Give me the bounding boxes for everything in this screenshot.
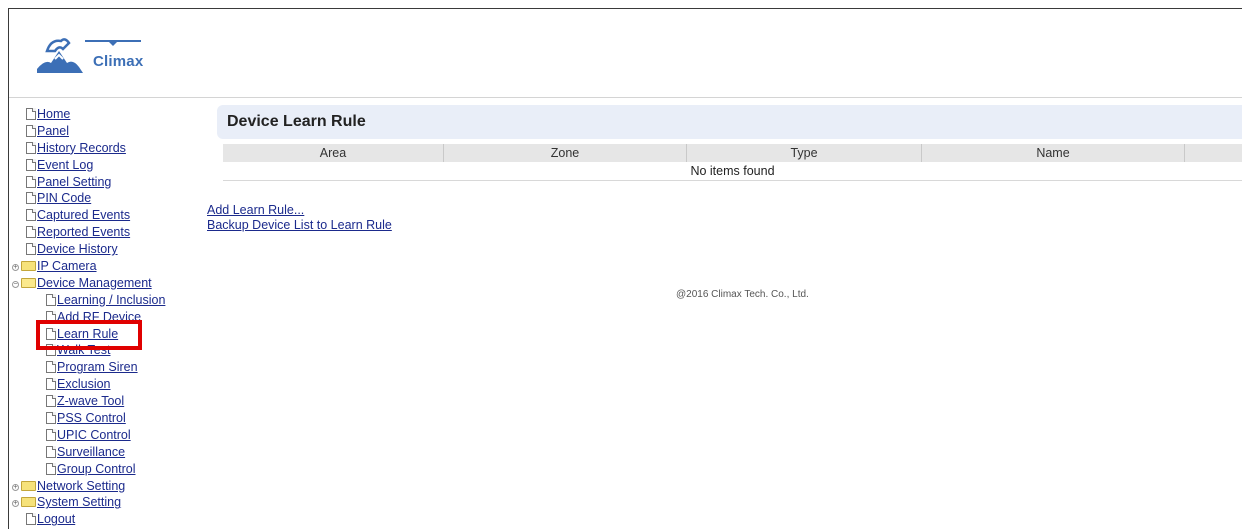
sidebar-item-label[interactable]: Captured Events	[37, 208, 130, 222]
document-icon	[26, 513, 36, 526]
folder-icon	[21, 261, 36, 272]
collapse-icon[interactable]: −	[12, 280, 19, 288]
document-icon	[46, 327, 56, 340]
sidebar-item-label[interactable]: Home	[37, 107, 70, 121]
sidebar-item-label[interactable]: PSS Control	[57, 411, 126, 425]
document-icon	[26, 226, 36, 239]
document-icon	[46, 293, 56, 306]
document-icon	[46, 310, 56, 323]
document-icon	[46, 361, 56, 374]
sidebar-item-surveillance[interactable]: Surveillance	[12, 444, 202, 461]
sidebar-item-system-setting[interactable]: + System Setting	[12, 494, 202, 511]
sidebar-item-label[interactable]: UPIC Control	[57, 428, 131, 442]
sidebar-item-add-rf-device[interactable]: Add RF Device	[12, 309, 202, 326]
sidebar-item-pss-control[interactable]: PSS Control	[12, 410, 202, 427]
document-icon	[46, 344, 56, 357]
document-icon	[26, 209, 36, 222]
table-row: No items found	[223, 162, 1242, 181]
page-title: Device Learn Rule	[227, 113, 366, 130]
document-icon	[26, 192, 36, 205]
document-icon	[26, 243, 36, 256]
action-links: Add Learn Rule... Backup Device List to …	[207, 203, 392, 233]
sidebar-item-label[interactable]: Learning / Inclusion	[57, 293, 165, 307]
sidebar-item-label[interactable]: System Setting	[37, 495, 121, 509]
sidebar-item-label[interactable]: PIN Code	[37, 191, 91, 205]
header: Climax	[9, 9, 1242, 98]
folder-icon	[21, 277, 36, 288]
sidebar-item-label[interactable]: Reported Events	[37, 225, 130, 239]
column-header-type[interactable]: Type	[686, 144, 922, 162]
column-header-name[interactable]: Name	[921, 144, 1185, 162]
brand-name: Climax	[93, 53, 144, 70]
sidebar-item-label[interactable]: Panel Setting	[37, 175, 111, 189]
sidebar-item-learn-rule[interactable]: Learn Rule	[12, 326, 202, 343]
sidebar-item-device-history[interactable]: Device History	[12, 241, 202, 258]
sidebar-item-label[interactable]: Device Management	[37, 276, 152, 290]
sidebar-item-label[interactable]: History Records	[37, 141, 126, 155]
sidebar-item-label[interactable]: Z-wave Tool	[57, 394, 124, 408]
folder-icon	[21, 497, 36, 508]
sidebar-item-label[interactable]: Add RF Device	[57, 310, 141, 324]
document-icon	[26, 108, 36, 120]
sidebar-item-program-siren[interactable]: Program Siren	[12, 359, 202, 376]
column-header-area[interactable]: Area	[223, 144, 444, 162]
sidebar-item-device-management[interactable]: − Device Management	[12, 275, 202, 292]
panel-title-bar: Device Learn Rule	[217, 105, 1242, 139]
climax-logo[interactable]: Climax	[33, 29, 183, 81]
sidebar-item-label[interactable]: Learn Rule	[57, 327, 118, 341]
sidebar-item-label[interactable]: Program Siren	[57, 360, 138, 374]
sidebar-item-upic-control[interactable]: UPIC Control	[12, 427, 202, 444]
document-icon	[26, 124, 36, 137]
sidebar-item-pin-code[interactable]: PIN Code	[12, 190, 202, 207]
sidebar-item-label[interactable]: Group Control	[57, 462, 136, 476]
column-header-zone[interactable]: Zone	[443, 144, 687, 162]
sidebar-item-home[interactable]: Home	[12, 106, 202, 123]
sidebar-item-z-wave-tool[interactable]: Z-wave Tool	[12, 393, 202, 410]
sidebar-item-event-log[interactable]: Event Log	[12, 157, 202, 174]
sidebar-item-label[interactable]: Exclusion	[57, 377, 111, 391]
sidebar-item-network-setting[interactable]: + Network Setting	[12, 478, 202, 495]
sidebar-item-panel-setting[interactable]: Panel Setting	[12, 174, 202, 191]
document-icon	[46, 462, 56, 475]
empty-message: No items found	[223, 162, 1242, 181]
sidebar-item-history-records[interactable]: History Records	[12, 140, 202, 157]
sidebar-item-learning-inclusion[interactable]: Learning / Inclusion	[12, 292, 202, 309]
sidebar-item-label[interactable]: Event Log	[37, 158, 93, 172]
expand-icon[interactable]: +	[12, 483, 19, 491]
sidebar-item-label[interactable]: Walk Test	[57, 343, 111, 357]
add-learn-rule-link[interactable]: Add Learn Rule...	[207, 203, 392, 218]
sidebar-item-logout[interactable]: Logout	[12, 511, 202, 528]
sidebar-item-reported-events[interactable]: Reported Events	[12, 224, 202, 241]
sidebar-item-group-control[interactable]: Group Control	[12, 461, 202, 478]
backup-device-list-link[interactable]: Backup Device List to Learn Rule	[207, 218, 392, 233]
document-icon	[46, 412, 56, 425]
document-icon	[46, 395, 56, 408]
sidebar-item-panel[interactable]: Panel	[12, 123, 202, 140]
sidebar-item-label[interactable]: Device History	[37, 242, 118, 256]
sidebar-tree: Home Panel History Records Event Log Panel S…	[12, 106, 202, 528]
sidebar-item-label[interactable]: Network Setting	[37, 479, 125, 493]
sidebar-item-walk-test[interactable]: Walk Test	[12, 342, 202, 359]
copyright-text: @2016 Climax Tech. Co., Ltd.	[676, 289, 809, 300]
sidebar-item-label[interactable]: IP Camera	[37, 259, 97, 273]
document-icon	[26, 158, 36, 171]
document-icon	[26, 175, 36, 188]
expand-icon[interactable]: +	[12, 264, 19, 272]
column-header-extra	[1184, 144, 1242, 162]
sidebar-item-ip-camera[interactable]: + IP Camera	[12, 258, 202, 275]
learn-rule-table: Area Zone Type Name No items found	[223, 144, 1242, 181]
document-icon	[46, 445, 56, 458]
table-header-row: Area Zone Type Name	[223, 144, 1242, 162]
document-icon	[46, 378, 56, 391]
sidebar-item-label[interactable]: Surveillance	[57, 445, 125, 459]
sidebar-item-label[interactable]: Panel	[37, 124, 69, 138]
sidebar-item-label[interactable]: Logout	[37, 512, 75, 526]
expand-icon[interactable]: +	[12, 500, 19, 508]
folder-icon	[21, 480, 36, 491]
document-icon	[46, 428, 56, 441]
sidebar-item-captured-events[interactable]: Captured Events	[12, 207, 202, 224]
sidebar-item-exclusion[interactable]: Exclusion	[12, 376, 202, 393]
document-icon	[26, 141, 36, 154]
